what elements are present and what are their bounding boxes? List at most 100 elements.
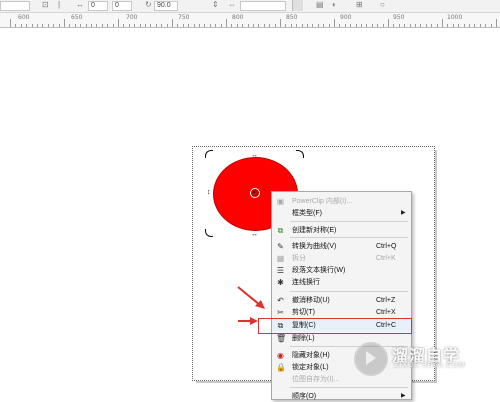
ruler-tick <box>463 24 465 27</box>
annotation-arrows <box>237 286 265 325</box>
angle-value: 90.0 <box>157 2 171 9</box>
menu-item-powerclip[interactable]: ▣ PowerClip 内部(I)... <box>272 195 411 207</box>
watermark-logo: 溜溜自学 ZIXUE.3D66.COM <box>350 338 472 380</box>
menu-item-undo-move[interactable]: ↶ 撤消移动(U) Ctrl+Z <box>272 294 411 306</box>
play-triangle-icon <box>366 351 376 365</box>
menu-item-convert-to-curves[interactable]: ✎ 转换为曲线(V) Ctrl+Q <box>272 240 411 252</box>
menu-item-label: 删除(L) <box>292 335 315 342</box>
mirror-vertical-icon[interactable]: ⇔ <box>228 1 236 9</box>
more-icon[interactable]: ○ <box>380 1 385 9</box>
arrange-icon[interactable]: ▤ <box>316 1 324 9</box>
ruler-label: 800 <box>232 14 244 21</box>
rotation-center-icon[interactable] <box>250 188 260 198</box>
ruler-tick <box>425 24 427 27</box>
menu-item-label: 拆分 <box>292 255 306 262</box>
ruler-tick <box>242 24 244 27</box>
ruler-tick <box>301 24 303 27</box>
ruler-tick <box>339 24 341 27</box>
ruler-tick <box>285 24 287 27</box>
copy-highlight-box <box>258 318 412 334</box>
ruler-tick <box>344 24 346 27</box>
ruler-tick <box>128 24 130 27</box>
ruler-tick <box>96 24 98 27</box>
ruler-label: 900 <box>340 14 352 21</box>
ruler-tick <box>47 24 49 27</box>
ruler-tick <box>231 24 233 27</box>
menu-item-shortcut: Ctrl+K <box>376 255 396 262</box>
ruler-label: 950 <box>393 14 405 21</box>
menu-item-create-symmetry[interactable]: ⧉ 创建新对称(E) <box>272 224 411 236</box>
menu-item-label: 连线换行 <box>292 279 320 286</box>
ruler-tick <box>53 24 55 27</box>
size-field[interactable] <box>0 1 30 11</box>
menu-item-label: 剪切(T) <box>292 309 315 316</box>
menu-item-split[interactable]: ▦ 拆分 Ctrl+K <box>272 252 411 264</box>
watermark-subtitle: ZIXUE.3D66.COM <box>394 362 466 369</box>
ruler-tick <box>10 19 11 27</box>
angle-field[interactable]: 90.0 <box>154 1 178 11</box>
skew-handle-left-icon[interactable]: ↕ <box>207 189 211 196</box>
scale-x-value: 0 <box>91 2 95 9</box>
ruler-tick <box>247 24 249 27</box>
ruler-tick <box>101 24 103 27</box>
ruler-tick <box>366 24 368 27</box>
ruler-tick <box>118 19 119 27</box>
ruler-tick <box>280 19 281 27</box>
menu-item-line-wrap[interactable]: ✱ 连线换行 <box>272 276 411 288</box>
ruler-tick <box>58 24 60 27</box>
powerclip-icon: ▣ <box>276 197 285 206</box>
menu-item-label: 撤消移动(U) <box>292 297 330 304</box>
ruler-tick <box>226 19 227 27</box>
ruler-tick <box>166 24 168 27</box>
ruler-tick <box>409 24 411 27</box>
menu-item-label: 段落文本换行(W) <box>292 267 346 274</box>
ruler-tick <box>431 24 433 27</box>
split-icon: ▦ <box>276 254 285 263</box>
lock-ratio-icon[interactable]: ⊡ <box>42 1 49 9</box>
ruler-tick <box>334 19 335 27</box>
scale-x-field[interactable]: 0 <box>88 1 108 11</box>
ruler-tick <box>193 24 195 27</box>
ruler-tick <box>215 24 217 27</box>
ruler-tick <box>274 24 276 27</box>
ruler-tick <box>442 19 443 27</box>
ruler-tick <box>469 24 470 27</box>
ruler-tick <box>458 24 460 27</box>
ruler-tick <box>80 24 82 27</box>
ruler-tick <box>155 24 157 27</box>
mirror-icon[interactable]: ⇕ <box>212 1 219 9</box>
mirror-horizontal-icon[interactable]: ↔ <box>76 1 84 9</box>
arrow-head-lower <box>250 317 258 325</box>
menu-separator <box>290 221 408 222</box>
ruler-tick <box>355 24 357 27</box>
skew-handle-bottom-icon[interactable]: ↔ <box>251 231 258 238</box>
submenu-arrow-icon: ▶ <box>401 393 406 399</box>
horizontal-ruler[interactable]: 600 650 700 750 800 850 900 950 1000 <box>0 13 500 28</box>
symmetry-icon: ⧉ <box>277 226 284 235</box>
menu-item-label: 位图自存为(I)... <box>292 376 340 383</box>
scale-y-field[interactable]: 0 <box>112 1 132 11</box>
menu-item-order[interactable]: 顺序(O) ▶ <box>272 390 411 402</box>
ruler-tick <box>479 24 481 27</box>
ruler-tick <box>490 24 492 27</box>
ruler-tick <box>69 24 71 27</box>
ruler-tick <box>37 24 38 27</box>
outline-field[interactable] <box>240 1 286 11</box>
menu-item-frame-type[interactable]: 框类型(F) ▶ <box>272 207 411 219</box>
rotate-handle-tl-icon[interactable] <box>205 150 213 158</box>
options-icon[interactable]: ◐ <box>332 1 337 9</box>
ruler-tick <box>328 24 330 27</box>
menu-item-shortcut: Ctrl+Q <box>376 243 397 250</box>
menu-item-cut[interactable]: ✂ 剪切(T) Ctrl+X <box>272 306 411 318</box>
ruler-tick <box>377 24 379 27</box>
menu-separator <box>290 387 408 388</box>
toolbar-grip-icon[interactable] <box>292 0 303 11</box>
menu-item-paragraph-wrap[interactable]: ☰ 段落文本换行(W) <box>272 264 411 276</box>
wrap-icon[interactable]: ⊞ <box>356 1 363 9</box>
ruler-tick <box>74 24 76 27</box>
ruler-tick <box>393 24 395 27</box>
hide-icon: ◉ <box>277 351 284 360</box>
skew-handle-top-icon[interactable]: ↔ <box>251 152 258 159</box>
ruler-tick <box>258 24 260 27</box>
ruler-tick <box>20 24 22 27</box>
